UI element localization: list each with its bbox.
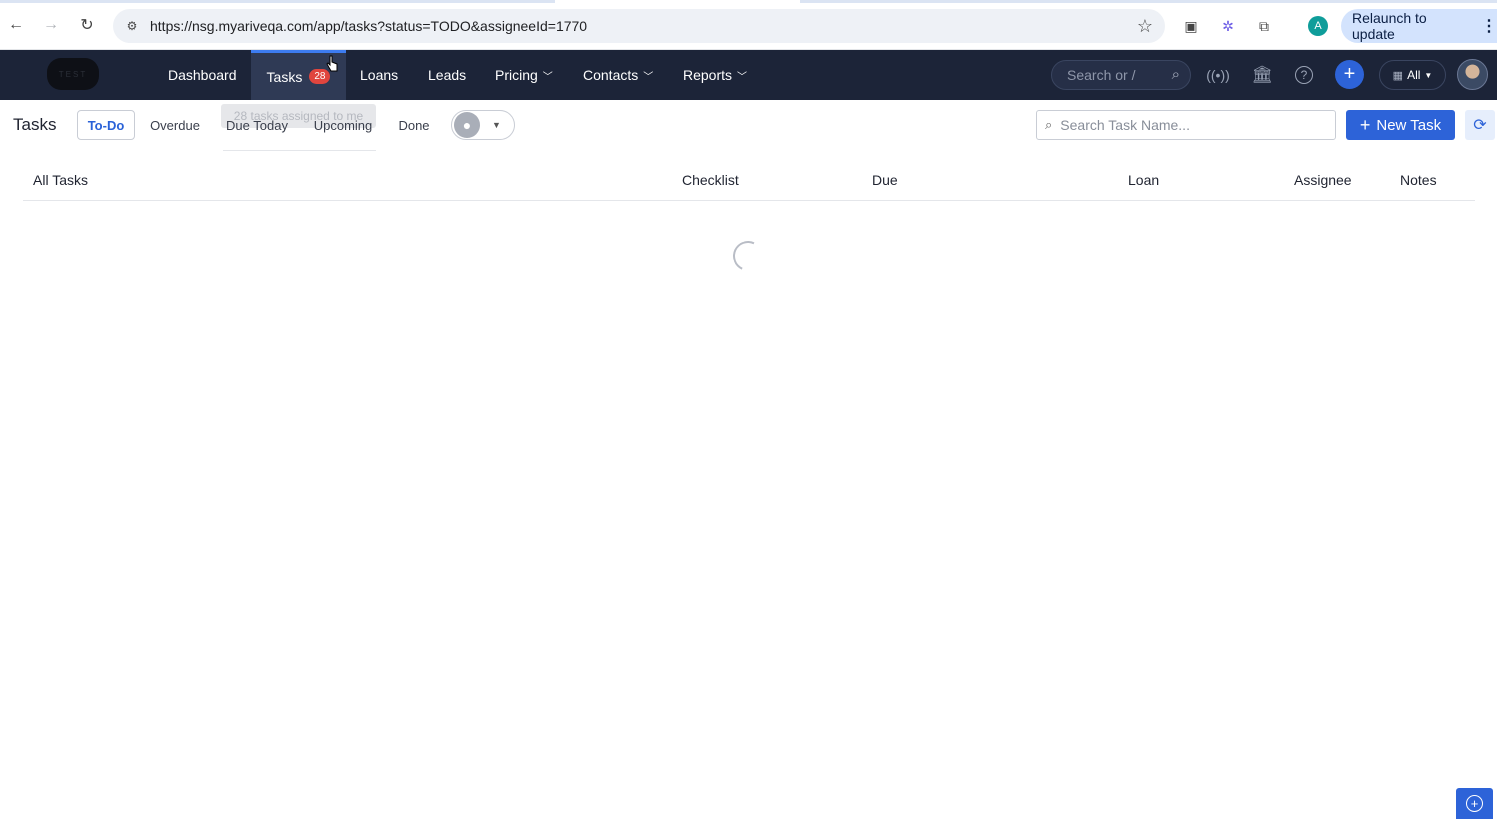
search-icon[interactable]: ⌕ (1172, 66, 1180, 83)
loading-spinner (728, 236, 768, 276)
column-all-tasks[interactable]: All Tasks (33, 172, 88, 188)
chevron-down-icon: ﹀ (643, 71, 654, 83)
org-select[interactable]: ▦ All ▼ (1379, 60, 1446, 90)
nav-leads[interactable]: Leads (428, 50, 466, 100)
relaunch-button[interactable]: Relaunch to update ⋮ (1341, 9, 1497, 43)
plus-icon: + (1359, 114, 1371, 135)
filter-done[interactable]: Done (392, 110, 436, 140)
column-assignee[interactable]: Assignee (1294, 172, 1352, 188)
task-search-input[interactable]: ⌕ Search Task Name... (1036, 110, 1336, 140)
person-icon: ● (454, 112, 480, 138)
quick-add-button[interactable]: + (1335, 60, 1364, 89)
address-bar[interactable]: ⚙ https://nsg.myariveqa.com/app/tasks?st… (113, 9, 1165, 43)
column-notes[interactable]: Notes (1400, 172, 1437, 188)
caret-down-icon: ▼ (492, 120, 501, 130)
caret-down-icon: ▼ (1424, 70, 1433, 80)
site-settings-icon[interactable]: ⚙ (123, 17, 141, 35)
add-circle-icon: + (1466, 795, 1483, 812)
nav-leads-label: Leads (428, 67, 467, 83)
floating-add-button[interactable]: + (1456, 788, 1493, 819)
more-vert-icon[interactable]: ⋮ (1481, 16, 1497, 36)
nav-dashboard-label: Dashboard (168, 67, 237, 83)
extensions-puzzle-icon[interactable]: ⧉ (1254, 16, 1274, 36)
back-arrow-icon[interactable]: ← (5, 14, 27, 36)
tab-divider (223, 150, 376, 151)
bank-icon[interactable]: 🏛 (1251, 64, 1273, 86)
nav-contacts-label: Contacts (583, 67, 639, 83)
nav-reports[interactable]: Reports ﹀ (683, 50, 747, 100)
page-title: Tasks (13, 115, 57, 134)
extension-password-icon[interactable]: ▣ (1181, 16, 1201, 36)
assignee-filter[interactable]: ● ▼ (451, 110, 515, 140)
bookmark-star-icon[interactable]: ☆ (1137, 16, 1153, 37)
new-task-label: New Task (1376, 116, 1442, 134)
building-icon: ▦ (1392, 69, 1404, 82)
tasks-table-header: All Tasks Checklist Due Loan Assignee No… (23, 165, 1475, 201)
company-logo[interactable]: TEST (47, 58, 99, 90)
chevron-down-icon: ﹀ (542, 71, 553, 83)
nav-loans[interactable]: Loans (360, 50, 398, 100)
new-task-button[interactable]: + New Task (1346, 110, 1455, 140)
relaunch-label: Relaunch to update (1352, 10, 1427, 42)
refresh-button[interactable]: ⟳ (1465, 110, 1495, 140)
nav-loans-label: Loans (360, 67, 399, 83)
app-navbar: TEST Dashboard Tasks 28 Loans Leads Pric… (0, 50, 1497, 100)
nav-reports-label: Reports (683, 67, 733, 83)
tab-strip (0, 0, 1497, 3)
column-loan[interactable]: Loan (1128, 172, 1159, 188)
global-search-input[interactable]: Search or / ⌕ (1051, 60, 1191, 90)
nav-pricing-label: Pricing (495, 67, 538, 83)
forward-arrow-icon[interactable]: → (40, 14, 62, 36)
help-icon[interactable]: ? (1295, 66, 1313, 84)
filter-overdue[interactable]: Overdue (146, 110, 204, 140)
profile-avatar[interactable]: A (1308, 16, 1328, 36)
hand-cursor-icon (326, 55, 338, 72)
filter-todo[interactable]: To-Do (77, 110, 135, 140)
chevron-down-icon: ﹀ (737, 71, 748, 83)
broadcast-icon[interactable]: ((•)) (1206, 64, 1230, 86)
refresh-icon: ⟳ (1473, 117, 1487, 134)
reload-icon[interactable]: ↻ (76, 14, 98, 36)
nav-pricing[interactable]: Pricing ﹀ (495, 50, 553, 100)
column-checklist[interactable]: Checklist (682, 172, 739, 188)
nav-dashboard[interactable]: Dashboard (168, 50, 237, 100)
user-avatar[interactable] (1457, 59, 1488, 90)
nav-tasks-label: Tasks (266, 68, 303, 85)
extension-gear-icon[interactable]: ✲ (1218, 16, 1238, 36)
url-text[interactable]: https://nsg.myariveqa.com/app/tasks?stat… (150, 18, 587, 34)
column-due[interactable]: Due (872, 172, 898, 188)
filter-upcoming[interactable]: Upcoming (308, 110, 378, 140)
global-search-placeholder: Search or / (1067, 67, 1136, 83)
task-search-placeholder: Search Task Name... (1060, 117, 1190, 133)
org-select-value: All (1407, 68, 1421, 82)
browser-toolbar: ← → ↻ ⚙ https://nsg.myariveqa.com/app/ta… (0, 0, 1497, 50)
nav-contacts[interactable]: Contacts ﹀ (583, 50, 653, 100)
filter-due-today[interactable]: Due Today (222, 110, 292, 140)
search-icon: ⌕ (1045, 117, 1053, 132)
